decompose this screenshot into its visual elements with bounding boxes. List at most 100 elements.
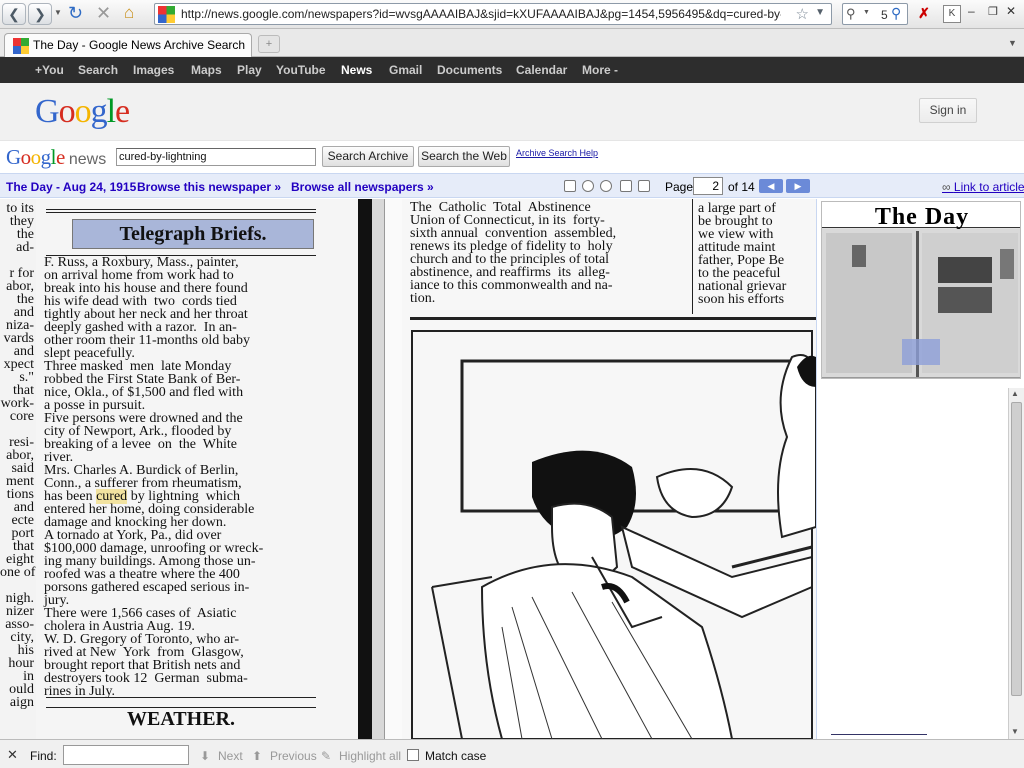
engine-dropdown-icon[interactable]: ▼: [863, 9, 870, 16]
back-button[interactable]: ❮: [2, 3, 26, 25]
home-icon[interactable]: ⌂: [124, 3, 134, 23]
search-archive-button[interactable]: Search Archive: [322, 146, 414, 167]
link-to-article[interactable]: ∞ Link to article: [942, 180, 1024, 194]
find-previous-icon[interactable]: ⬆: [252, 749, 262, 763]
article-line: porsons gathered escaped serious in-: [44, 580, 250, 595]
addon-k-icon[interactable]: K: [943, 5, 961, 23]
archive-search-help-link[interactable]: Archive Search Help: [516, 148, 598, 158]
page-thumbnail[interactable]: The Day: [821, 201, 1021, 379]
weather-heading: WEATHER.: [127, 708, 235, 730]
search-icon: ⚲: [846, 6, 856, 21]
highlight-all-icon[interactable]: ✎: [321, 749, 331, 763]
article-line: breaking of a levee on the White: [44, 437, 237, 452]
reload-icon[interactable]: ↻: [68, 3, 83, 24]
gbar-news[interactable]: News: [341, 63, 372, 77]
right-side-panel: The Day: [816, 199, 1024, 739]
highlight-all-button[interactable]: Highlight all: [339, 749, 401, 763]
gbar-documents[interactable]: Documents: [437, 63, 502, 77]
news-search-row: Googlenews Search Archive Search the Web…: [0, 141, 1024, 173]
browser-search-box[interactable]: ⚲ ▼ 5 ⚲: [842, 3, 908, 25]
fragment-line: ad-: [16, 240, 34, 255]
page-gutter-dark: [358, 199, 372, 739]
previous-page-icon[interactable]: ◀: [759, 179, 783, 193]
gbar-calendar[interactable]: Calendar: [516, 63, 567, 77]
zoom-out-icon[interactable]: [582, 180, 594, 192]
gbar-gmail[interactable]: Gmail: [389, 63, 422, 77]
browse-all-newspapers-link[interactable]: Browse all newspapers »: [291, 180, 434, 194]
close-window-icon[interactable]: ✕: [1006, 4, 1016, 18]
page-label: Page: [665, 180, 694, 194]
page-total: of 14: [728, 180, 755, 194]
browse-this-newspaper-link[interactable]: Browse this newspaper »: [137, 180, 281, 194]
right-panel-scrollbar[interactable]: ▲ ▼: [1008, 388, 1024, 739]
gbar-search[interactable]: Search: [78, 63, 118, 77]
next-page-icon[interactable]: ▶: [786, 179, 810, 193]
right-page-column: The Catholic Total Abstinence Union of Co…: [402, 199, 816, 739]
new-tab-button[interactable]: +: [258, 35, 280, 53]
tab-strip: The Day - Google News Archive Search + ▼: [0, 29, 1024, 57]
url-dropdown-icon[interactable]: ▼: [815, 7, 825, 18]
minimize-icon[interactable]: –: [968, 4, 975, 18]
match-case-label: Match case: [425, 749, 487, 763]
fullscreen-icon[interactable]: [638, 180, 650, 192]
article-line: iance to this commonwealth and na-: [410, 278, 613, 293]
tab-title: The Day - Google News Archive Search: [33, 38, 246, 52]
google-logo[interactable]: Google: [35, 93, 130, 131]
google-news-logo[interactable]: Google news: [6, 145, 106, 170]
article-line: soon his efforts: [698, 292, 785, 307]
find-previous-button[interactable]: Previous: [270, 749, 317, 763]
scroll-thumb[interactable]: [1011, 402, 1022, 696]
magnifier-icon[interactable]: ⚲: [891, 5, 901, 22]
find-next-icon[interactable]: ⬇: [200, 749, 210, 763]
gbar-plus-you[interactable]: +You: [35, 63, 64, 77]
newspaper-viewer[interactable]: to its they the ad-r for abor, the and niza-var…: [0, 199, 816, 739]
dentist-illustration: [411, 330, 816, 739]
page-gutter-margin: [384, 199, 402, 739]
abstinence-text: The Catholic Total Abstinence Union of Co…: [410, 201, 690, 306]
find-next-button[interactable]: Next: [218, 749, 243, 763]
news-label: news: [68, 151, 107, 168]
link-to-article-label: Link to article: [953, 180, 1024, 194]
bookmark-star-icon[interactable]: ☆: [796, 5, 809, 23]
address-bar[interactable]: http://news.google.com/newspapers?id=wvs…: [154, 3, 832, 25]
zoom-in-icon[interactable]: [600, 180, 612, 192]
clip-icon[interactable]: [564, 180, 576, 192]
stop-icon[interactable]: ✕: [96, 3, 111, 24]
navigation-toolbar: ❮ ❯ ▼ ↻ ✕ ⌂ http://news.google.com/newsp…: [0, 0, 1024, 29]
find-input[interactable]: [63, 745, 189, 765]
scroll-up-icon[interactable]: ▲: [1011, 389, 1019, 398]
gbar-more[interactable]: More -: [582, 63, 618, 77]
sign-in-button[interactable]: Sign in: [919, 98, 977, 123]
fragment-line: one of: [0, 565, 36, 580]
telegraph-briefs-heading: Telegraph Briefs.: [72, 219, 314, 249]
tab-active[interactable]: The Day - Google News Archive Search: [4, 33, 252, 57]
gbar-images[interactable]: Images: [133, 63, 174, 77]
fragment-line: aign: [9, 695, 34, 710]
thumbnail-page-image: [822, 229, 1020, 378]
archive-search-input[interactable]: [116, 148, 316, 166]
google-favicon-icon: [13, 38, 29, 54]
thumbnail-masthead: The Day: [822, 202, 1020, 230]
history-dropdown-icon[interactable]: ▼: [54, 8, 62, 17]
google-favicon-icon: [158, 6, 175, 23]
match-case-checkbox[interactable]: [407, 749, 419, 761]
tab-list-icon[interactable]: ▼: [1008, 38, 1017, 48]
google-bar: +You Search Images Maps Play YouTube New…: [0, 57, 1024, 83]
search-the-web-button[interactable]: Search the Web: [418, 146, 510, 167]
paper-date-link[interactable]: The Day - Aug 24, 1915: [6, 180, 136, 194]
scroll-down-icon[interactable]: ▼: [1011, 727, 1019, 736]
restore-icon[interactable]: ❐: [988, 5, 998, 18]
page-number-input[interactable]: 2: [693, 177, 723, 195]
gbar-youtube[interactable]: YouTube: [276, 63, 326, 77]
article-text: F. Russ, a Roxbury, Mass., painter, on ar…: [44, 256, 324, 699]
article-line: tion.: [410, 291, 436, 306]
gbar-maps[interactable]: Maps: [191, 63, 222, 77]
close-find-icon[interactable]: ✕: [7, 747, 18, 763]
addon-red-icon[interactable]: ✗: [914, 5, 934, 23]
forward-button[interactable]: ❯: [28, 3, 52, 25]
fit-page-icon[interactable]: [620, 180, 632, 192]
find-bar: ✕ Find: ⬇ Next ⬆ Previous ✎ Highlight al…: [0, 739, 1024, 768]
telegraph-briefs-column: Telegraph Briefs. F. Russ, a Roxbury, Ma…: [36, 199, 358, 739]
chain-link-icon: ∞: [942, 180, 954, 194]
gbar-play[interactable]: Play: [237, 63, 262, 77]
